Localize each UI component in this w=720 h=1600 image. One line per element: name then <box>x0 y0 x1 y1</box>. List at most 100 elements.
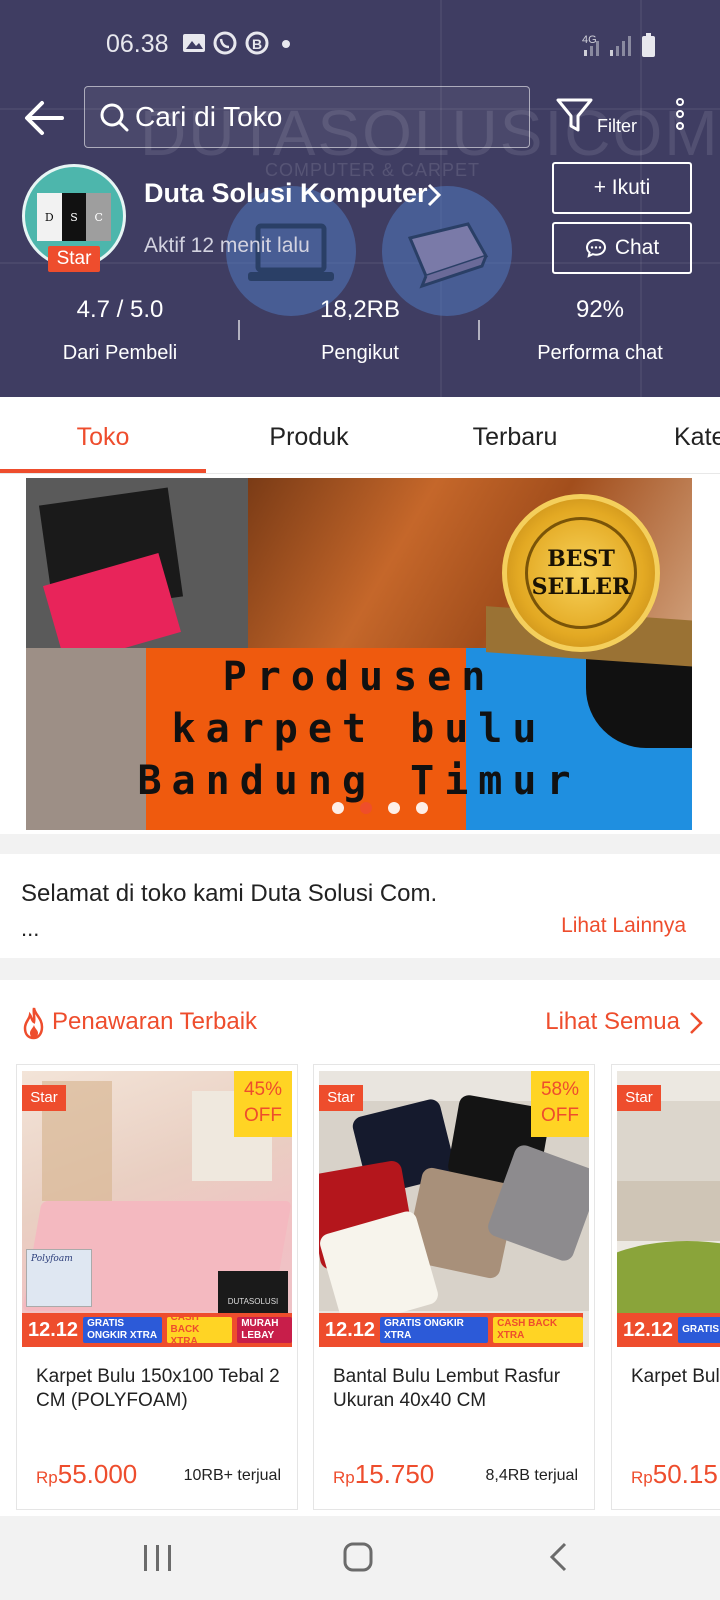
more-options-icon[interactable] <box>668 98 692 138</box>
shop-header: DUTASOLUSICOM COMPUTER & CARPET 06.38 B … <box>0 0 720 397</box>
price-currency: Rp <box>36 1468 58 1487</box>
stat-rating[interactable]: 4.7 / 5.0 Dari Pembeli <box>0 296 240 365</box>
avatar-logo: D S C <box>37 193 112 241</box>
chevron-right-icon[interactable] <box>424 182 444 208</box>
recent-apps-button[interactable] <box>128 1536 188 1580</box>
chat-bubble-icon <box>585 238 606 258</box>
filter-label: Filter <box>597 116 637 136</box>
product-price: Rp50.15 <box>631 1459 718 1490</box>
product-card[interactable]: Star 12.12 GRATIS ONGKIR Karpet Bulu 120… <box>611 1064 720 1510</box>
search-input[interactable]: Cari di Toko <box>84 86 530 148</box>
see-all-link[interactable]: Lihat Semua <box>545 1008 680 1036</box>
stat-label: Performa chat <box>537 342 663 364</box>
product-image: Star 12.12 GRATIS ONGKIR <box>617 1071 720 1347</box>
banner-headline: Bandung Timur <box>137 758 581 804</box>
product-title: Karpet Bulu 120x100 T <box>631 1366 720 1387</box>
promo-murah-lebay: MURAH LEBAY <box>237 1317 292 1343</box>
promo-banner[interactable]: BEST SELLER Produsen karpet bulu Bandung… <box>26 478 692 830</box>
network-type: 4G <box>582 34 597 46</box>
avatar-letter: S <box>61 193 87 241</box>
banner-headline: karpet bulu <box>171 706 547 752</box>
stat-value: 92% <box>575 296 625 323</box>
notification-icons: B <box>180 30 310 64</box>
home-button[interactable] <box>328 1536 388 1580</box>
promo-1212: 12.12 <box>623 1318 674 1341</box>
stat-followers[interactable]: 18,2RB Pengikut <box>240 296 480 365</box>
product-title: Bantal Bulu Lembut Rasfur Ukuran 40x40 C… <box>333 1366 561 1411</box>
discount-badge: 58% OFF <box>531 1071 589 1137</box>
stat-chat-performance[interactable]: 92% Performa chat <box>480 296 720 365</box>
carousel-dot-active[interactable] <box>360 802 372 814</box>
system-nav-bar <box>0 1516 720 1600</box>
carousel-dot[interactable] <box>416 802 428 814</box>
carousel-dot[interactable] <box>388 802 400 814</box>
shop-description: Selamat di toko kami Duta Solusi Com. ..… <box>0 854 720 958</box>
product-price: Rp55.000 <box>36 1459 137 1490</box>
discount-off: OFF <box>244 1105 282 1126</box>
back-button[interactable] <box>20 96 68 140</box>
chevron-right-icon[interactable] <box>688 1010 704 1036</box>
promo-free-shipping: GRATIS ONGKIR <box>678 1317 720 1343</box>
product-card[interactable]: Polyfoam DUTASOLUSI Star 45% OFF 12.12 G… <box>16 1064 298 1510</box>
best-seller-seal: BEST SELLER <box>502 494 660 652</box>
seal-line: BEST <box>547 546 615 572</box>
back-arrow-icon <box>25 101 64 135</box>
shop-tabs: Toko Produk Terbaru Kate <box>0 397 720 474</box>
price-value: 15.750 <box>354 1459 435 1489</box>
star-badge: Star <box>22 1085 66 1111</box>
price-currency: Rp <box>333 1468 355 1487</box>
product-card[interactable]: Star 58% OFF 12.12 GRATIS ONGKIR XTRA CA… <box>313 1064 595 1510</box>
welcome-text: Selamat di toko kami Duta Solusi Com. <box>21 880 438 907</box>
see-more-link[interactable]: Lihat Lainnya <box>561 914 686 938</box>
stat-value: 4.7 / 5.0 <box>76 296 164 323</box>
status-time: 06.38 <box>106 30 169 58</box>
svg-text:B: B <box>252 36 270 52</box>
chevron-left-icon <box>549 1542 567 1572</box>
active-tab-indicator <box>0 469 206 473</box>
tab-toko[interactable]: Toko <box>0 397 206 474</box>
tab-terbaru[interactable]: Terbaru <box>412 397 618 474</box>
avatar-letter: D <box>37 193 62 241</box>
product-photo-detail <box>617 1181 720 1241</box>
system-back-button[interactable] <box>530 1536 590 1580</box>
status-right-icons: 4G <box>580 32 680 63</box>
promo-1212: 12.12 <box>28 1318 79 1341</box>
tab-kategori[interactable]: Kate <box>618 397 720 474</box>
seal-text: BEST SELLER <box>525 517 637 629</box>
promo-strip: 12.12 GRATIS ONGKIR XTRA CASH BACK XTRA … <box>22 1312 292 1347</box>
search-placeholder: Cari di Toko <box>135 101 283 132</box>
discount-percent: 58% <box>540 1079 580 1100</box>
promo-free-shipping: GRATIS ONGKIR XTRA <box>83 1317 162 1343</box>
shop-name[interactable]: Duta Solusi Komputer <box>144 178 428 209</box>
price-value: 50.15 <box>652 1459 718 1489</box>
star-badge: Star <box>319 1085 363 1111</box>
promo-cashback: CASH BACK XTRA <box>166 1312 233 1347</box>
avatar-letter: C <box>86 193 112 241</box>
status-bar: 06.38 B 4G <box>0 0 720 80</box>
product-photo-inset: DUTASOLUSI <box>218 1271 288 1313</box>
star-badge: Star <box>48 246 100 272</box>
shop-stats: 4.7 / 5.0 Dari Pembeli 18,2RB Pengikut 9… <box>0 296 720 376</box>
chat-button[interactable]: Chat <box>552 222 692 274</box>
discount-off: OFF <box>541 1105 579 1126</box>
discount-percent: 45% <box>243 1079 283 1100</box>
product-price: Rp15.750 <box>333 1459 434 1490</box>
product-photo-detail <box>617 1101 720 1181</box>
price-value: 55.000 <box>57 1459 138 1489</box>
filter-button[interactable]: Filter <box>555 96 645 146</box>
product-image: Polyfoam DUTASOLUSI Star 45% OFF 12.12 G… <box>22 1071 292 1347</box>
filter-icon <box>556 98 593 132</box>
follow-button[interactable]: + Ikuti <box>552 162 692 214</box>
banner-section: BEST SELLER Produsen karpet bulu Bandung… <box>0 474 720 834</box>
promo-free-shipping: GRATIS ONGKIR XTRA <box>380 1317 489 1343</box>
carousel-dot[interactable] <box>332 802 344 814</box>
sold-count: 10RB+ terjual <box>183 1467 281 1484</box>
promo-cashback: CASH BACK XTRA <box>493 1317 583 1343</box>
offers-title: Penawaran Terbaik <box>52 1008 258 1035</box>
price-currency: Rp <box>631 1468 653 1487</box>
tab-produk[interactable]: Produk <box>206 397 412 474</box>
shop-page: { "status_bar": { "time": "06.38", "netw… <box>0 0 720 1600</box>
promo-strip: 12.12 GRATIS ONGKIR <box>617 1313 720 1347</box>
product-photo-inset: Polyfoam <box>26 1249 92 1307</box>
star-badge: Star <box>617 1085 661 1111</box>
